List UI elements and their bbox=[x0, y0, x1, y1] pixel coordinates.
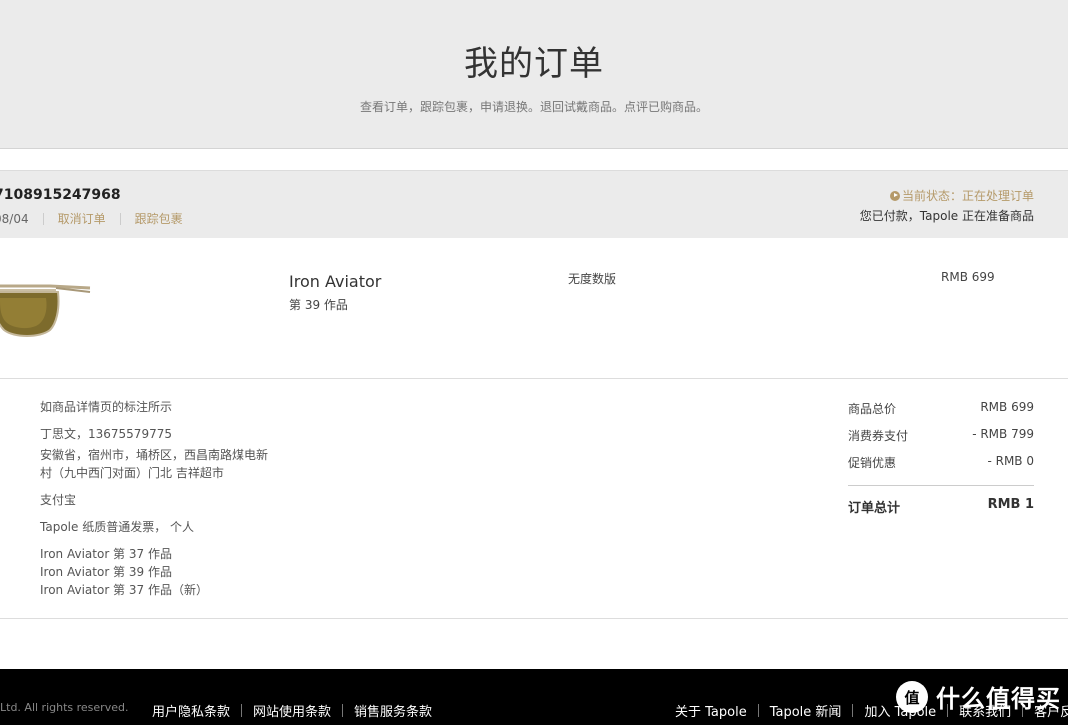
order-number: 7108915247968 bbox=[0, 187, 121, 203]
page-title: 我的订单 bbox=[464, 44, 604, 84]
watermark: 什么值得买 bbox=[896, 679, 1061, 714]
divider bbox=[119, 212, 121, 225]
list-item: Iron Aviator 第 37 作品（新） bbox=[40, 583, 208, 597]
track-package-link[interactable]: 跟踪包裹 bbox=[135, 210, 183, 227]
divider bbox=[848, 485, 1034, 486]
lens-option: 无度数版 bbox=[568, 272, 617, 286]
order-date: 08/04 bbox=[0, 211, 29, 226]
page-header: 我的订单 查看订单，跟踪包裹，申请退换。退回试戴商品。点评已购商品。 bbox=[0, 0, 1068, 149]
footer-link-terms[interactable]: 网站使用条款 bbox=[253, 701, 331, 720]
footer-links-left: 用户隐私条款 网站使用条款 销售服务条款 bbox=[152, 701, 432, 720]
page-subtitle: 查看订单，跟踪包裹，申请退换。退回试戴商品。点评已购商品。 bbox=[359, 100, 708, 114]
order-header-bar: 7108915247968 08/04 取消订单 跟踪包裹 当前状态：正在处理订… bbox=[0, 170, 1068, 238]
page-footer: Ltd. All rights reserved. 用户隐私条款 网站使用条款 … bbox=[0, 669, 1068, 725]
footer-link-privacy[interactable]: 用户隐私条款 bbox=[152, 701, 230, 720]
summary-label: 消费券支付 bbox=[848, 429, 909, 443]
list-item: Iron Aviator 第 39 作品 bbox=[40, 565, 172, 579]
order-status-label: 当前状态：正在处理订单 bbox=[901, 189, 1034, 203]
summary-value: RMB 699 bbox=[980, 400, 1034, 414]
divider bbox=[342, 704, 344, 717]
total-value: RMB 1 bbox=[987, 497, 1034, 512]
item-list: Iron Aviator 第 37 作品 Iron Aviator 第 39 作… bbox=[40, 545, 208, 599]
total-label: 订单总计 bbox=[848, 501, 901, 516]
summary-label: 商品总价 bbox=[848, 402, 897, 416]
payment-method: 支付宝 bbox=[40, 493, 77, 507]
order-status: 当前状态：正在处理订单 bbox=[889, 187, 1034, 204]
summary-label: 促销优惠 bbox=[848, 456, 897, 470]
summary-value: - RMB 799 bbox=[972, 427, 1034, 441]
invoice-info: Tapole 纸质普通发票， 个人 bbox=[40, 520, 195, 534]
shipping-note: 如商品详情页的标注所示 bbox=[40, 400, 173, 414]
copyright-text: Ltd. All rights reserved. bbox=[0, 701, 129, 714]
cancel-order-link[interactable]: 取消订单 bbox=[58, 210, 106, 227]
footer-link-about[interactable]: 关于 Tapole bbox=[675, 701, 747, 720]
footer-link-news[interactable]: Tapole 新闻 bbox=[770, 701, 842, 720]
product-name[interactable]: Iron Aviator bbox=[289, 272, 381, 291]
play-icon bbox=[889, 190, 900, 201]
divider bbox=[42, 212, 44, 225]
summary-value: - RMB 0 bbox=[987, 454, 1034, 468]
summary-row: 消费券支付 - RMB 799 bbox=[848, 427, 1034, 444]
order-item-row: Iron Aviator 第 39 作品 无度数版 RMB 699 bbox=[0, 238, 1068, 379]
watermark-text: 什么值得买 bbox=[936, 685, 1061, 713]
sunglasses-icon[interactable] bbox=[0, 258, 100, 338]
summary-row: 促销优惠 - RMB 0 bbox=[848, 454, 1034, 471]
product-price: RMB 699 bbox=[941, 270, 995, 284]
divider bbox=[852, 704, 854, 717]
summary-row: 商品总价 RMB 699 bbox=[848, 400, 1034, 417]
list-item: Iron Aviator 第 37 作品 bbox=[40, 547, 172, 561]
shipping-address: 安徽省，宿州市，埇桥区，西昌南路煤电新 村（九中西门对面）门北 吉祥超市 bbox=[40, 446, 268, 482]
product-edition: 第 39 作品 bbox=[289, 298, 348, 312]
address-line: 安徽省，宿州市，埇桥区，西昌南路煤电新 bbox=[40, 448, 269, 462]
order-details: 如商品详情页的标注所示 丁思文，13675579775 安徽省，宿州市，埇桥区，… bbox=[0, 379, 1068, 619]
divider bbox=[757, 704, 759, 717]
contact-info: 丁思文，13675579775 bbox=[40, 427, 172, 441]
order-total: 订单总计 RMB 1 bbox=[848, 497, 1034, 516]
watermark-logo-icon bbox=[896, 680, 928, 713]
address-line: 村（九中西门对面）门北 吉祥超市 bbox=[40, 466, 224, 480]
footer-link-sales[interactable]: 销售服务条款 bbox=[354, 701, 432, 720]
divider bbox=[241, 704, 243, 717]
order-meta: 08/04 取消订单 跟踪包裹 bbox=[0, 210, 183, 227]
order-status-detail: 您已付款，Tapole 正在准备商品 bbox=[859, 209, 1034, 223]
